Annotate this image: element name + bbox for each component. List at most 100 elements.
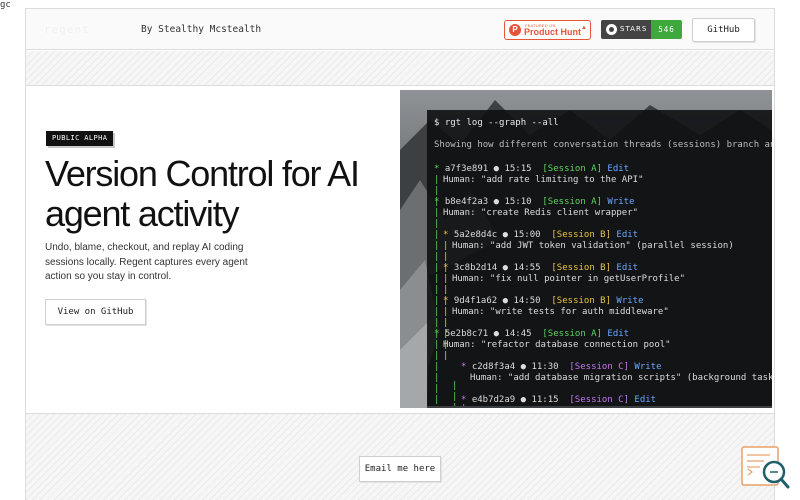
terminal-command: $ rgt log --graph --all <box>434 118 559 128</box>
graph-rail: | <box>443 296 449 306</box>
email-button[interactable]: Email me here <box>359 456 441 482</box>
graph-rail: | <box>434 296 440 306</box>
graph-rail: | <box>434 384 440 394</box>
graph-rail: | <box>434 318 440 328</box>
terminal-window: $ rgt log --graph --all Showing how diff… <box>427 110 772 406</box>
github-stars-badge[interactable]: STARS 546 <box>601 20 682 39</box>
session-label: [Session A] <box>542 164 608 174</box>
graph-rail: | <box>434 252 440 262</box>
terminal-intro: Showing how different conversation threa… <box>434 140 772 150</box>
session-label: [Session B] <box>551 263 617 273</box>
graph-rail: | <box>434 219 440 229</box>
action-label: Edit <box>607 164 630 174</box>
commit-message: Human: "add JWT token validation" (paral… <box>452 241 734 251</box>
graph-rail: | <box>434 274 440 284</box>
session-label: [Session A] <box>542 329 608 339</box>
graph-rail: | <box>434 340 440 350</box>
graph-rail: | <box>434 307 440 317</box>
terminal-entry: * 3c8b2d14 ● 14:55 [Session B] Edit <box>443 263 638 273</box>
stars-count: 546 <box>651 20 682 39</box>
graph-rail: | <box>434 241 440 251</box>
commit-hash: a7f3e891 ● 15:15 <box>444 164 543 174</box>
graph-rail: | <box>434 186 440 196</box>
graph-rail: | <box>434 208 440 218</box>
terminal-entry: * 5e2b8c71 ● 14:45 [Session A] Edit <box>434 329 629 339</box>
graph-rail: | <box>434 373 440 383</box>
graph-rail: | <box>443 241 449 251</box>
product-hunt-badge[interactable]: P FEATURED ON Product Hunt ▲ <box>504 20 591 40</box>
site-header: regent By Stealthy Mcstealth P FEATURED … <box>26 8 774 50</box>
terminal-entry: * b8e4f2a3 ● 15:10 [Session A] Write <box>434 197 635 207</box>
stars-badge-left: STARS <box>601 20 651 39</box>
commit-hash: 3c8b2d14 ● 14:55 <box>453 263 552 273</box>
graph-rail: | <box>434 175 440 185</box>
search-code-icon[interactable] <box>740 445 792 491</box>
action-label: Write <box>616 296 644 306</box>
action-label: Write <box>634 362 662 372</box>
terminal-entry: * a7f3e891 ● 15:15 [Session A] Edit <box>434 164 629 174</box>
graph-rail: | <box>434 197 440 207</box>
commit-message: Human: "write tests for auth middleware" <box>452 307 669 317</box>
graph-rail: | <box>443 329 449 339</box>
graph-rail: | <box>443 285 449 295</box>
graph-rail: | <box>443 340 449 350</box>
commit-message: Human: "create Redis client wrapper" <box>443 208 639 218</box>
graph-rail: | <box>443 274 449 284</box>
terminal-showcase: $ rgt log --graph --all Showing how diff… <box>400 90 772 408</box>
graph-node-icon: * <box>461 362 472 372</box>
action-label: Edit <box>607 329 630 339</box>
commit-hash: 9d4f1a62 ● 14:50 <box>453 296 552 306</box>
graph-rail: | <box>461 404 466 406</box>
commit-message: Human: "refactor database connection poo… <box>443 340 671 350</box>
action-label: Edit <box>616 263 639 273</box>
product-hunt-label: Product Hunt <box>524 27 581 37</box>
top-divider-pattern <box>26 51 774 86</box>
hero-description: Undo, blame, checkout, and replay AI cod… <box>45 242 248 282</box>
session-label: [Session C] <box>569 362 635 372</box>
commit-message: Human: "add database migration scripts" … <box>470 373 772 383</box>
terminal-entry: * c2d8f3a4 ● 11:30 [Session C] Write <box>461 362 662 372</box>
graph-rail: | <box>443 252 449 262</box>
logo[interactable]: regent <box>44 23 90 36</box>
github-icon <box>606 24 617 35</box>
graph-rail: | <box>443 263 449 273</box>
graph-rail: | <box>452 403 457 406</box>
graph-node-icon: * <box>443 230 454 240</box>
commit-hash: b8e4f2a3 ● 15:10 <box>444 197 543 207</box>
session-label: [Session B] <box>551 230 617 240</box>
session-label: [Session B] <box>551 296 617 306</box>
product-hunt-icon: P <box>509 24 521 36</box>
graph-rail: | <box>434 362 440 372</box>
hero-title: Version Control for AI agent activity <box>45 153 360 234</box>
action-label: Edit <box>616 230 639 240</box>
commit-hash: c2d8f3a4 ● 11:30 <box>471 362 570 372</box>
author-byline: By Stealthy Mcstealth <box>141 24 262 35</box>
graph-rail: | <box>452 392 458 402</box>
public-alpha-badge: PUBLIC ALPHA <box>46 131 114 146</box>
graph-rail: | <box>452 381 458 391</box>
terminal-entry: * 9d4f1a62 ● 14:50 [Session B] Write <box>443 296 644 306</box>
commit-message: Human: "fix null pointer in getUserProfi… <box>452 274 685 284</box>
corner-tag: gc <box>0 0 11 10</box>
commit-hash: e4b7d2a9 ● 11:15 <box>471 395 570 405</box>
graph-rail: | <box>434 230 440 240</box>
graph-node-icon: * <box>434 164 445 174</box>
graph-rail: | <box>443 307 449 317</box>
graph-rail: | <box>443 351 449 361</box>
upvote-arrow-icon: ▲ <box>581 25 587 31</box>
graph-rail: | <box>434 395 440 405</box>
graph-rail: | <box>443 318 449 328</box>
graph-rail: | <box>434 329 440 339</box>
github-button[interactable]: GitHub <box>692 18 755 42</box>
stars-label: STARS <box>620 25 648 33</box>
commit-hash: 5a2e8d4c ● 15:00 <box>453 230 552 240</box>
graph-rail: | <box>434 263 440 273</box>
session-label: [Session C] <box>569 395 635 405</box>
terminal-entry: * 5a2e8d4c ● 15:00 [Session B] Edit <box>443 230 638 240</box>
commit-message: Human: "add rate limiting to the API" <box>443 175 644 185</box>
action-label: Edit <box>634 395 657 405</box>
terminal-entry: * e4b7d2a9 ● 11:15 [Session C] Edit <box>461 395 656 405</box>
view-on-github-button[interactable]: View on GitHub <box>45 299 146 325</box>
graph-rail: | <box>434 285 440 295</box>
action-label: Write <box>607 197 635 207</box>
